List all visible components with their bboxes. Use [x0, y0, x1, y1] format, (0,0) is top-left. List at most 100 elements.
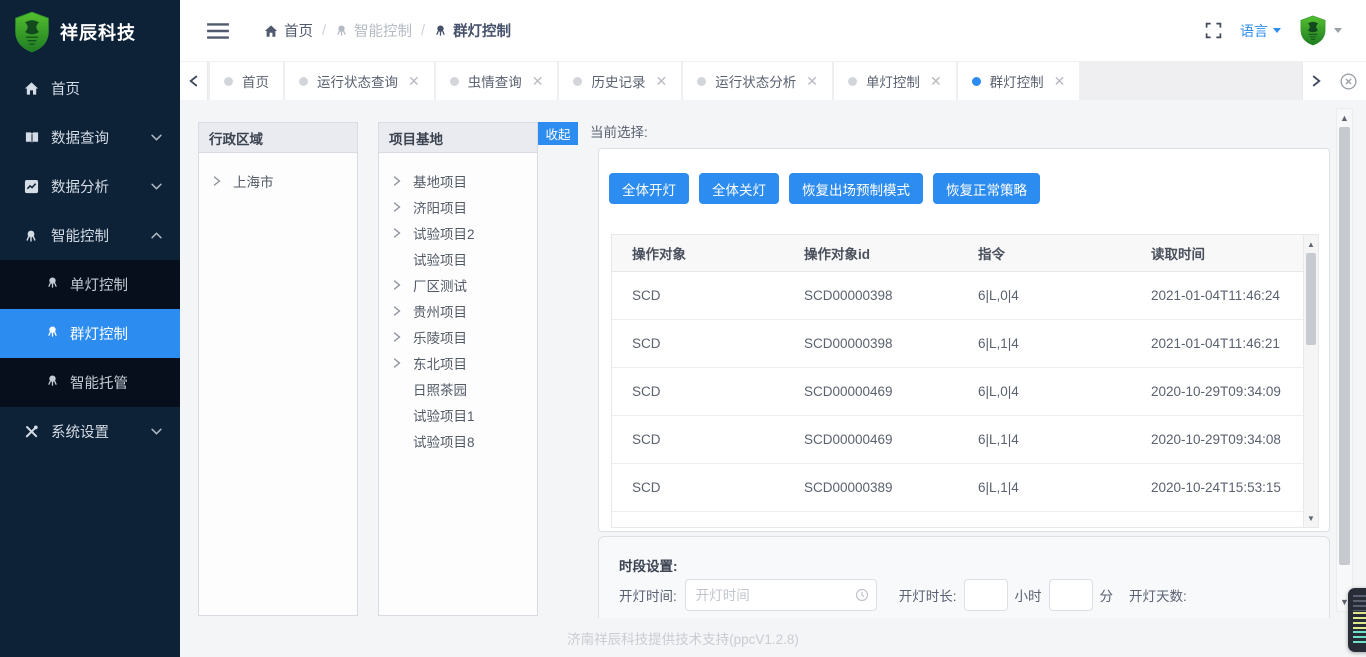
- fullscreen-icon[interactable]: [1205, 22, 1222, 39]
- breadcrumb-home[interactable]: 首页: [264, 20, 313, 41]
- duration-minutes-input[interactable]: [1049, 579, 1093, 611]
- tree-item-project[interactable]: 乐陵项目: [379, 324, 537, 350]
- scroll-down-icon[interactable]: ▼: [1304, 511, 1318, 525]
- scrollbar-thumb[interactable]: [1306, 253, 1316, 345]
- cell: SCD: [612, 272, 784, 319]
- scroll-up-icon[interactable]: ▲: [1337, 110, 1352, 126]
- restore-normal-strategy-button[interactable]: 恢复正常策略: [933, 173, 1040, 204]
- table-row: SCD SCD00000398 6|L,0|4 2021-01-04T11:46…: [612, 272, 1318, 320]
- tree-item-project[interactable]: 试验项目8: [379, 428, 537, 454]
- content-scrollbar[interactable]: ▲ ▼: [1336, 108, 1353, 612]
- tree-item-project[interactable]: 试验项目2: [379, 220, 537, 246]
- tab-label: 虫情查询: [468, 71, 522, 91]
- tree-item-project[interactable]: 基地项目: [379, 168, 537, 194]
- tab-insect-query[interactable]: 虫情查询 ✕: [436, 62, 558, 100]
- tab-run-status-analysis[interactable]: 运行状态分析 ✕: [683, 62, 832, 100]
- sidebar-item-single-lamp-control[interactable]: 单灯控制: [0, 260, 180, 309]
- sidebar-item-data-query[interactable]: 数据查询: [0, 113, 180, 162]
- sidebar-item-data-analysis[interactable]: 数据分析: [0, 162, 180, 211]
- control-box: 全体开灯 全体关灯 恢复出场预制模式 恢复正常策略 操作对象 操作对象id 指令…: [598, 148, 1330, 532]
- tree-item-project[interactable]: 东北项目: [379, 350, 537, 376]
- hamburger-menu-icon[interactable]: [206, 22, 230, 40]
- tab-home[interactable]: 首页: [210, 62, 283, 100]
- system-indicator-widget: [1348, 588, 1366, 652]
- topbar-right-controls: 语言: [1205, 15, 1342, 46]
- sidebar-item-group-lamp-control[interactable]: 群灯控制: [0, 309, 180, 358]
- all-lights-off-button[interactable]: 全体关灯: [699, 173, 779, 204]
- user-avatar-menu[interactable]: [1299, 15, 1342, 46]
- restore-factory-mode-button[interactable]: 恢复出场预制模式: [789, 173, 923, 204]
- chevron-right-icon[interactable]: [393, 306, 405, 316]
- breadcrumb-smart-control[interactable]: 智能控制: [335, 20, 412, 41]
- tree-item-project[interactable]: 贵州项目: [379, 298, 537, 324]
- tabs-scroll-left-button[interactable]: [180, 62, 208, 100]
- sidebar-item-smart-control[interactable]: 智能控制: [0, 211, 180, 260]
- tree-item-project[interactable]: 济阳项目: [379, 194, 537, 220]
- scrollbar-thumb[interactable]: [1339, 127, 1350, 565]
- tab-close-icon[interactable]: ✕: [408, 74, 420, 88]
- tab-close-icon[interactable]: ✕: [532, 74, 544, 88]
- cell: 6|L,1|4: [958, 320, 1131, 367]
- tree-item-project[interactable]: 厂区测试: [379, 272, 537, 298]
- tree-item-label: 乐陵项目: [413, 327, 467, 347]
- table-row: SCD SCD00000398 6|L,1|4 2021-01-04T11:46…: [612, 320, 1318, 368]
- table-scrollbar[interactable]: ▲ ▼: [1303, 235, 1318, 527]
- tab-close-icon[interactable]: ✕: [1054, 74, 1066, 88]
- tab-label: 历史记录: [591, 71, 645, 91]
- tab-group-lamp-control[interactable]: 群灯控制 ✕: [958, 62, 1080, 100]
- tree-item-shanghai[interactable]: 上海市: [199, 168, 357, 194]
- tree-item-label: 厂区测试: [413, 275, 467, 295]
- minute-unit-label: 分: [1100, 585, 1114, 605]
- breadcrumb-group-lamp-control: 群灯控制: [434, 20, 511, 41]
- duration-hours-input[interactable]: [964, 579, 1008, 611]
- tab-history[interactable]: 历史记录 ✕: [559, 62, 681, 100]
- sidebar-item-label: 数据查询: [51, 127, 109, 148]
- cell: SCD: [612, 368, 784, 415]
- cell: 6|L,0|4: [958, 368, 1131, 415]
- breadcrumb-separator: /: [322, 23, 326, 39]
- tabs-scroll-right-button[interactable]: [1302, 62, 1330, 100]
- language-selector[interactable]: 语言: [1240, 21, 1281, 41]
- tab-status-dot: [972, 77, 981, 86]
- tree-item-label: 试验项目: [413, 249, 467, 269]
- tree-item-project[interactable]: 试验项目1: [379, 402, 537, 428]
- main-content: 行政区域 上海市 项目基地 基地项目 济阳项目 试验项目2 试验项目: [180, 100, 1366, 618]
- days-label: 开灯天数:: [1129, 585, 1187, 605]
- cell: SCD00000398: [784, 272, 958, 319]
- chevron-right-icon[interactable]: [393, 176, 405, 186]
- home-icon: [264, 24, 278, 38]
- tab-close-icon[interactable]: ✕: [806, 74, 818, 88]
- chevron-right-icon[interactable]: [393, 228, 405, 238]
- tree-item-label: 东北项目: [413, 353, 467, 373]
- sidebar-item-smart-hosting[interactable]: 智能托管: [0, 358, 180, 407]
- tree-item-project[interactable]: 日照茶园: [379, 376, 537, 402]
- breadcrumb-label: 智能控制: [354, 20, 412, 41]
- tree-item-project[interactable]: 试验项目: [379, 246, 537, 272]
- chart-icon: [24, 179, 40, 195]
- cell: SCD00000398: [784, 320, 958, 367]
- on-time-input[interactable]: [685, 579, 877, 611]
- column-header: 操作对象: [612, 235, 784, 271]
- chevron-right-icon[interactable]: [393, 202, 405, 212]
- footer: 济南祥辰科技提供技术支持(ppcV1.2.8): [180, 618, 1366, 657]
- tab-single-lamp-control[interactable]: 单灯控制 ✕: [834, 62, 956, 100]
- sidebar-item-home[interactable]: 首页: [0, 64, 180, 113]
- tab-run-status-query[interactable]: 运行状态查询 ✕: [285, 62, 434, 100]
- sidebar-item-label: 智能托管: [70, 372, 128, 393]
- book-icon: [24, 130, 40, 146]
- close-all-tabs-icon[interactable]: [1330, 62, 1366, 100]
- chevron-right-icon[interactable]: [393, 358, 405, 368]
- chevron-right-icon[interactable]: [213, 176, 225, 186]
- collapse-panel-button[interactable]: 收起: [538, 122, 578, 145]
- scroll-up-icon[interactable]: ▲: [1304, 237, 1318, 251]
- chevron-right-icon[interactable]: [393, 280, 405, 290]
- breadcrumb-separator: /: [421, 23, 425, 39]
- cell: SCD: [612, 464, 784, 511]
- tab-close-icon[interactable]: ✕: [655, 74, 667, 88]
- all-lights-on-button[interactable]: 全体开灯: [609, 173, 689, 204]
- sidebar-item-system-settings[interactable]: 系统设置: [0, 407, 180, 456]
- tree-item-label: 基地项目: [413, 171, 467, 191]
- chevron-right-icon[interactable]: [393, 332, 405, 342]
- tab-close-icon[interactable]: ✕: [930, 74, 942, 88]
- sidebar-item-label: 单灯控制: [70, 274, 128, 295]
